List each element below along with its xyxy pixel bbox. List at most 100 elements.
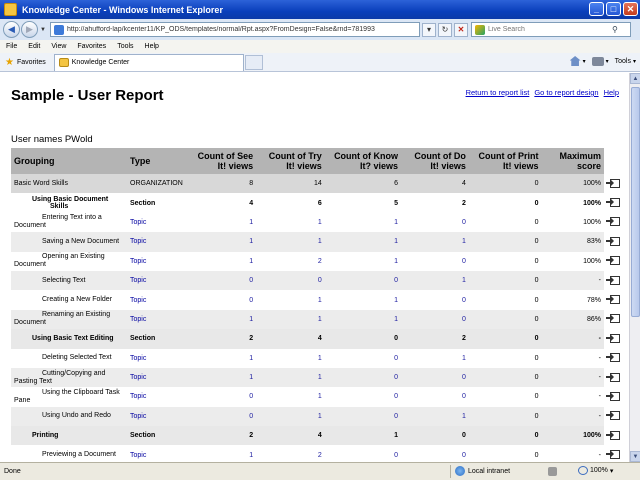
export-icon[interactable] bbox=[606, 391, 620, 402]
print-it-cell: 0 bbox=[468, 367, 542, 388]
zoom-dropdown-icon[interactable]: ▾ bbox=[610, 467, 614, 475]
type-cell: Topic bbox=[130, 257, 147, 265]
do-it-cell: 0 bbox=[401, 367, 469, 388]
url-field[interactable]: http://ahufford-lap/kcenter11/KP_ODS/tem… bbox=[49, 22, 420, 37]
type-cell: ORGANIZATION bbox=[127, 174, 186, 194]
table-row: Printing Section 2 4 1 0 0 100% bbox=[11, 426, 604, 446]
type-cell: Topic bbox=[130, 354, 147, 362]
url-text[interactable]: http://ahufford-lap/kcenter11/KP_ODS/tem… bbox=[67, 26, 375, 33]
try-it-cell: 4 bbox=[256, 329, 325, 349]
export-icon[interactable] bbox=[606, 236, 620, 247]
see-it-cell: 0 bbox=[249, 296, 254, 304]
search-input[interactable] bbox=[487, 26, 612, 33]
menu-edit[interactable]: Edit bbox=[22, 43, 45, 50]
security-zone[interactable]: Local intranet bbox=[455, 466, 510, 476]
max-score-cell: - bbox=[541, 329, 604, 349]
export-icon[interactable] bbox=[606, 256, 620, 266]
export-icon[interactable] bbox=[606, 372, 620, 383]
export-icon[interactable] bbox=[606, 314, 620, 324]
type-cell: Topic bbox=[127, 232, 186, 252]
menu-help[interactable]: Help bbox=[139, 43, 164, 50]
export-icon[interactable] bbox=[606, 275, 620, 286]
scroll-up-button[interactable]: ▲ bbox=[630, 73, 640, 84]
globe-icon bbox=[455, 466, 465, 476]
table-row: Using the Clipboard Task Pane Topic 0 1 0 0 0 - bbox=[11, 387, 604, 406]
tools-menu-button[interactable]: Tools bbox=[615, 58, 631, 65]
vertical-scrollbar[interactable]: ▲ ▼ bbox=[629, 73, 640, 462]
favorites-bar: ★ Favorites Knowledge Center ▾ ▾ Tools ▾ bbox=[0, 53, 640, 72]
export-icon[interactable] bbox=[606, 198, 620, 208]
help-link[interactable]: Help bbox=[604, 88, 619, 97]
search-icon[interactable]: ⚲ bbox=[612, 25, 618, 34]
print-icon[interactable] bbox=[591, 56, 604, 66]
back-button[interactable]: ◀ bbox=[3, 21, 20, 38]
max-score-cell: 100% bbox=[541, 193, 604, 213]
print-it-cell: 0 bbox=[468, 426, 542, 446]
favorites-button[interactable]: ★ Favorites bbox=[5, 57, 46, 68]
see-it-cell: 1 bbox=[249, 354, 254, 362]
status-text: Done bbox=[4, 468, 21, 475]
export-icon[interactable] bbox=[606, 295, 620, 305]
menu-tools[interactable]: Tools bbox=[111, 43, 138, 50]
grouping-label: Opening an Existing Document bbox=[14, 253, 105, 269]
stop-button[interactable]: ✕ bbox=[453, 22, 468, 37]
see-it-cell: 0 bbox=[186, 406, 257, 427]
see-it-cell: 4 bbox=[186, 193, 257, 213]
scroll-thumb[interactable] bbox=[631, 87, 640, 317]
grouping-label: Deleting Selected Text bbox=[42, 354, 112, 362]
grouping-label: Selecting Text bbox=[42, 276, 86, 284]
export-icon[interactable] bbox=[606, 353, 620, 363]
table-row: Using Basic Document Skills Section 4 6 5 2 0 1… bbox=[11, 193, 604, 213]
refresh-button[interactable]: ↻ bbox=[437, 22, 452, 37]
grouping-label: Creating a New Folder bbox=[42, 296, 113, 304]
close-button[interactable]: ✕ bbox=[623, 2, 638, 16]
export-icon[interactable] bbox=[606, 411, 620, 421]
export-icon[interactable] bbox=[606, 217, 620, 227]
scroll-down-button[interactable]: ▼ bbox=[630, 451, 640, 462]
export-icon[interactable] bbox=[606, 178, 620, 189]
know-it-cell: 0 bbox=[324, 367, 402, 388]
history-dropdown[interactable]: ▼ bbox=[40, 27, 46, 33]
print-it-cell: 0 bbox=[468, 193, 542, 213]
tab-knowledge-center[interactable]: Knowledge Center bbox=[53, 53, 244, 71]
home-icon[interactable] bbox=[569, 56, 581, 66]
header-max-score: Maximum score bbox=[541, 148, 604, 174]
grouping-label: Entering Text into a Document bbox=[14, 214, 102, 230]
maximize-button[interactable]: □ bbox=[606, 2, 621, 16]
menu-file[interactable]: File bbox=[0, 43, 22, 50]
zoom-control[interactable]: 100% ▾ bbox=[578, 466, 613, 475]
grouping-cell: Saving a New Document bbox=[11, 232, 127, 252]
tools-dropdown[interactable]: ▾ bbox=[633, 58, 636, 65]
minimize-button[interactable]: _ bbox=[589, 2, 604, 16]
type-cell: Topic bbox=[127, 406, 186, 427]
url-dropdown-button[interactable]: ▾ bbox=[421, 22, 436, 37]
do-it-cell: 0 bbox=[461, 296, 466, 304]
print-it-cell: 0 bbox=[468, 270, 542, 291]
do-it-cell: 0 bbox=[401, 309, 469, 330]
table-row: Using Undo and Redo Topic 0 1 0 1 0- bbox=[11, 406, 604, 427]
new-tab-button[interactable] bbox=[244, 54, 263, 70]
forward-arrow-icon: ▶ bbox=[26, 24, 33, 34]
print-dropdown[interactable]: ▾ bbox=[606, 58, 609, 65]
export-icon[interactable] bbox=[606, 430, 620, 441]
header-do-it: Count of Do It! views bbox=[401, 148, 469, 174]
go-to-report-design-link[interactable]: Go to report design bbox=[534, 88, 598, 97]
try-it-cell: 2 bbox=[317, 451, 322, 459]
max-score-cell: 100% bbox=[583, 218, 601, 226]
search-box[interactable]: ⚲ bbox=[470, 22, 631, 37]
header-know-it: Count of Know It? views bbox=[324, 148, 402, 174]
menu-view[interactable]: View bbox=[45, 43, 71, 50]
forward-button[interactable]: ▶ bbox=[21, 21, 38, 38]
menu-favorites[interactable]: Favorites bbox=[71, 43, 111, 50]
return-to-report-list-link[interactable]: Return to report list bbox=[466, 88, 530, 97]
grouping-cell: Entering Text into a Document bbox=[11, 213, 127, 232]
type-cell: Section bbox=[127, 193, 186, 213]
try-it-cell: 1 bbox=[256, 309, 325, 330]
export-icon[interactable] bbox=[606, 450, 620, 460]
export-icon[interactable] bbox=[606, 333, 620, 344]
protected-mode-icon[interactable] bbox=[548, 467, 557, 476]
know-it-cell: 0 bbox=[394, 354, 399, 362]
type-cell: Topic bbox=[127, 367, 186, 388]
home-dropdown[interactable]: ▾ bbox=[583, 58, 586, 65]
grouping-cell: Basic Word Skills bbox=[11, 174, 127, 194]
